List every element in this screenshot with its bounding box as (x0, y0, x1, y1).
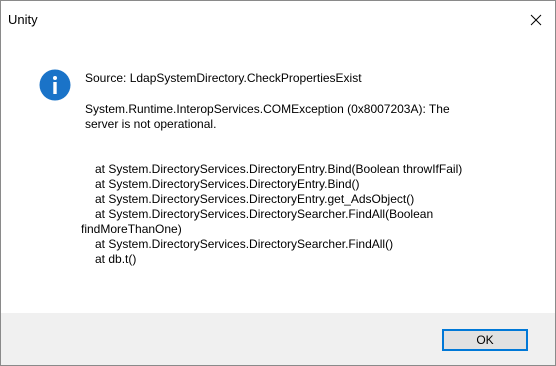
exception-message: System.Runtime.InteropServices.COMExcept… (85, 102, 525, 132)
close-button[interactable] (517, 1, 555, 39)
stack-trace-line: findMoreThanOne) (81, 222, 182, 236)
message-dialog: Unity Source: LdapSystemDirectory.CheckP… (0, 0, 556, 366)
exception-line: server is not operational. (85, 117, 217, 131)
stack-trace-line: at System.DirectoryServices.DirectorySea… (85, 207, 434, 221)
stack-trace-line: at System.DirectoryServices.DirectoryEnt… (85, 177, 360, 191)
stack-trace-line: at System.DirectoryServices.DirectoryEnt… (85, 162, 463, 176)
exception-line: System.Runtime.InteropServices.COMExcept… (85, 102, 450, 116)
dialog-content: Source: LdapSystemDirectory.CheckPropert… (1, 39, 555, 313)
close-icon (530, 14, 542, 26)
error-source: Source: LdapSystemDirectory.CheckPropert… (85, 71, 362, 85)
stack-trace-line: at System.DirectoryServices.DirectoryEnt… (85, 192, 415, 206)
stack-trace: at System.DirectoryServices.DirectoryEnt… (81, 162, 525, 267)
info-icon (39, 69, 71, 101)
stack-trace-line: at System.DirectoryServices.DirectorySea… (85, 237, 394, 251)
ok-button[interactable]: OK (442, 329, 528, 351)
stack-trace-line: at db.t() (85, 252, 137, 266)
title-bar[interactable]: Unity (1, 1, 555, 39)
window-title: Unity (8, 12, 38, 27)
message-text: Source: LdapSystemDirectory.CheckPropert… (85, 71, 525, 148)
button-bar: OK (1, 313, 555, 365)
